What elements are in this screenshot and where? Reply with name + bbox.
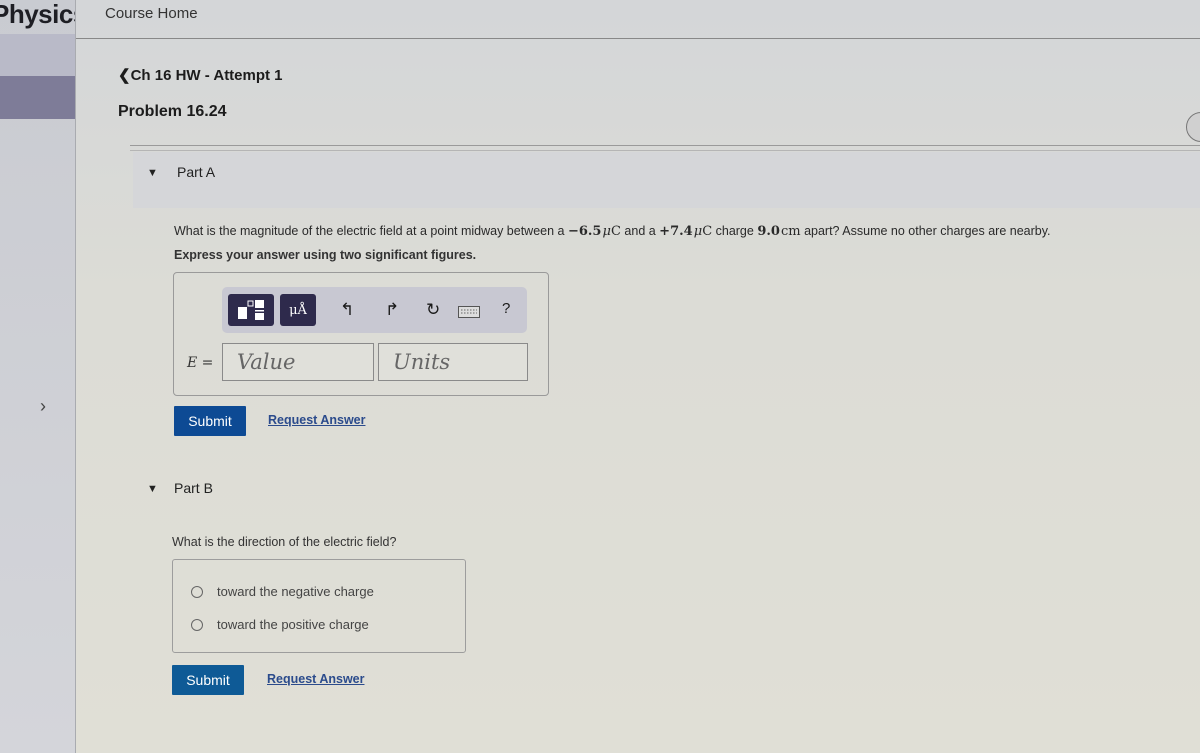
part-a-question: What is the magnitude of the electric fi… <box>174 224 1051 239</box>
question-text: What is the magnitude of the electric fi… <box>174 224 568 238</box>
page-title: Problem 16.24 <box>118 103 227 120</box>
option-positive[interactable]: toward the positive charge <box>191 617 369 632</box>
radio-button[interactable] <box>191 618 203 631</box>
option-negative[interactable]: toward the negative charge <box>191 584 374 599</box>
sidebar-item-active[interactable] <box>0 76 75 119</box>
charge2-value: +7.4 <box>659 224 693 239</box>
caret-down-icon: ▼ <box>147 167 158 179</box>
part-b-submit-button[interactable]: Submit <box>172 665 244 695</box>
nav-button[interactable] <box>1186 112 1200 142</box>
question-text: apart? Assume no other charges are nearb… <box>800 224 1051 238</box>
part-a-header[interactable]: ▼ Part A <box>133 152 1200 208</box>
part-a-label: Part A <box>177 164 216 180</box>
sidebar-item[interactable] <box>0 34 75 76</box>
units-button[interactable]: μÅ <box>280 294 316 326</box>
keyboard-icon[interactable] <box>458 303 480 323</box>
radio-button[interactable] <box>191 585 203 598</box>
part-b-question: What is the direction of the electric fi… <box>172 535 397 549</box>
chevron-left-icon: ❮ <box>118 67 131 84</box>
question-text: and a <box>620 224 660 238</box>
brand-logo: Physics <box>0 0 75 29</box>
help-icon[interactable]: ? <box>502 300 510 317</box>
units-input[interactable]: Units <box>378 343 528 381</box>
option-label: toward the negative charge <box>217 584 374 599</box>
fraction-template-icon[interactable] <box>228 294 274 326</box>
unit-mu: μ <box>602 224 611 239</box>
sidebar: Physics › <box>0 0 76 753</box>
redo-icon[interactable]: ↱ <box>385 300 399 320</box>
divider <box>130 150 1200 151</box>
unit-c: C <box>702 224 713 239</box>
chevron-right-icon[interactable]: › <box>40 396 46 417</box>
distance-value: 9.0 <box>757 224 780 239</box>
charge1-value: −6.5 <box>567 224 602 239</box>
value-input[interactable]: Value <box>222 343 374 381</box>
reset-icon[interactable]: ↻ <box>426 300 440 320</box>
part-a-request-answer-link[interactable]: Request Answer <box>268 413 365 427</box>
options-box: toward the negative charge toward the po… <box>172 559 466 653</box>
breadcrumb-label: Ch 16 HW - Attempt 1 <box>130 67 283 84</box>
breadcrumb-back-link[interactable]: ❮Ch 16 HW - Attempt 1 <box>118 66 283 84</box>
divider <box>130 145 1200 146</box>
math-toolbar: μÅ ↰ ↱ ↻ ? <box>222 287 527 333</box>
course-home-link[interactable]: Course Home <box>105 5 198 22</box>
variable-label: E = <box>187 355 214 371</box>
part-a-instruction: Express your answer using two significan… <box>174 248 477 262</box>
unit-mu: μ <box>693 224 703 239</box>
part-b-label[interactable]: Part B <box>174 480 213 496</box>
top-bar: Course Home <box>76 0 1200 39</box>
undo-icon[interactable]: ↰ <box>340 300 354 320</box>
part-b-request-answer-link[interactable]: Request Answer <box>267 672 364 686</box>
option-label: toward the positive charge <box>217 617 369 632</box>
unit-c: C <box>610 224 621 239</box>
caret-down-icon[interactable]: ▼ <box>147 483 158 495</box>
question-text: charge <box>712 224 758 238</box>
part-a-submit-button[interactable]: Submit <box>174 406 246 436</box>
distance-unit: cm <box>780 224 801 239</box>
